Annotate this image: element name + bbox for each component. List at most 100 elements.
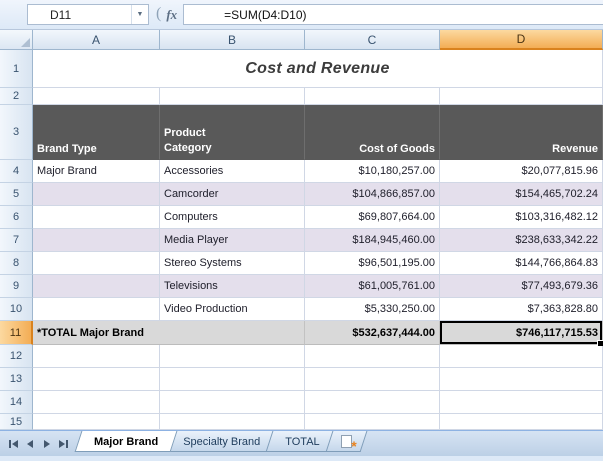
cell-C8[interactable]: $96,501,195.00	[305, 252, 440, 275]
row-5: 5 Camcorder $104,866,857.00 $154,465,702…	[0, 183, 603, 206]
row-header-7[interactable]: 7	[0, 229, 33, 252]
cell-A12[interactable]	[33, 345, 160, 368]
cell-A7[interactable]	[33, 229, 160, 252]
cell-B3[interactable]: Product Category	[160, 105, 305, 160]
row-header-12[interactable]: 12	[0, 345, 33, 368]
cell-D13[interactable]	[440, 368, 603, 391]
cell-C9[interactable]: $61,005,761.00	[305, 275, 440, 298]
row-header-13[interactable]: 13	[0, 368, 33, 391]
cell-A14[interactable]	[33, 391, 160, 414]
cell-D11-active[interactable]: $746,117,715.53	[440, 321, 603, 345]
cell-C13[interactable]	[305, 368, 440, 391]
cell-B14[interactable]	[160, 391, 305, 414]
sheet-tab-specialty-brand[interactable]: Specialty Brand	[167, 431, 276, 452]
column-header-b[interactable]: B	[160, 30, 305, 50]
row-header-2[interactable]: 2	[0, 88, 33, 105]
last-sheet-button[interactable]	[55, 435, 72, 453]
cell-C4[interactable]: $10,180,257.00	[305, 160, 440, 183]
row-header-11[interactable]: 11	[0, 321, 33, 345]
cell-C11[interactable]: $532,637,444.00	[305, 321, 440, 345]
cell-D6[interactable]: $103,316,482.12	[440, 206, 603, 229]
row-header-4[interactable]: 4	[0, 160, 33, 183]
cell-D12[interactable]	[440, 345, 603, 368]
cell-D10[interactable]: $7,363,828.80	[440, 298, 603, 321]
cell-C10[interactable]: $5,330,250.00	[305, 298, 440, 321]
cell-C14[interactable]	[305, 391, 440, 414]
cell-C15[interactable]	[305, 414, 440, 430]
cell-A5[interactable]	[33, 183, 160, 206]
name-box-value: D11	[28, 5, 131, 24]
row-header-5[interactable]: 5	[0, 183, 33, 206]
row-header-9[interactable]: 9	[0, 275, 33, 298]
cell-C3[interactable]: Cost of Goods	[305, 105, 440, 160]
cell-D2[interactable]	[440, 88, 603, 105]
cell-D9[interactable]: $77,493,679.36	[440, 275, 603, 298]
insert-function-button[interactable]: fx	[164, 7, 183, 23]
sheet-tab-label: TOTAL	[285, 436, 319, 448]
sheet-tab-label: Major Brand	[94, 436, 158, 448]
cell-B13[interactable]	[160, 368, 305, 391]
cell-A6[interactable]	[33, 206, 160, 229]
row-header-6[interactable]: 6	[0, 206, 33, 229]
cell-C2[interactable]	[305, 88, 440, 105]
name-box-dropdown-icon[interactable]: ▼	[131, 5, 148, 24]
cell-C7[interactable]: $184,945,460.00	[305, 229, 440, 252]
cell-C5[interactable]: $104,866,857.00	[305, 183, 440, 206]
cell-A10[interactable]	[33, 298, 160, 321]
cell-C12[interactable]	[305, 345, 440, 368]
cell-D7[interactable]: $238,633,342.22	[440, 229, 603, 252]
row-14: 14	[0, 391, 603, 414]
column-header-c[interactable]: C	[305, 30, 440, 50]
formula-bar-divider: (	[156, 5, 161, 23]
column-header-d[interactable]: D	[440, 30, 603, 50]
cell-A3[interactable]: Brand Type	[33, 105, 160, 160]
cell-A2[interactable]	[33, 88, 160, 105]
prev-sheet-button[interactable]	[21, 435, 38, 453]
cell-A15[interactable]	[33, 414, 160, 430]
column-header-row: A B C D	[0, 30, 603, 50]
first-sheet-button[interactable]	[4, 435, 21, 453]
cell-B2[interactable]	[160, 88, 305, 105]
row-11: 11 *TOTAL Major Brand $532,637,444.00 $7…	[0, 321, 603, 345]
cell-A13[interactable]	[33, 368, 160, 391]
corner-triangle-icon	[21, 38, 30, 47]
cell-B5[interactable]: Camcorder	[160, 183, 305, 206]
formula-input[interactable]: =SUM(D4:D10)	[183, 4, 603, 25]
cell-B4[interactable]: Accessories	[160, 160, 305, 183]
cell-C6[interactable]: $69,807,664.00	[305, 206, 440, 229]
cell-A11-total-label[interactable]: *TOTAL Major Brand	[33, 321, 305, 345]
row-13: 13	[0, 368, 603, 391]
sheet-tab-bar: Major Brand Specialty Brand TOTAL *	[0, 430, 603, 456]
row-header-1[interactable]: 1	[0, 50, 33, 88]
cell-B10[interactable]: Video Production	[160, 298, 305, 321]
cell-B12[interactable]	[160, 345, 305, 368]
cell-A8[interactable]	[33, 252, 160, 275]
row-header-15[interactable]: 15	[0, 414, 33, 430]
cell-B7[interactable]: Media Player	[160, 229, 305, 252]
cell-B6[interactable]: Computers	[160, 206, 305, 229]
cell-B8[interactable]: Stereo Systems	[160, 252, 305, 275]
next-sheet-button[interactable]	[38, 435, 55, 453]
cell-B15[interactable]	[160, 414, 305, 430]
row-12: 12	[0, 345, 603, 368]
cell-D5[interactable]: $154,465,702.24	[440, 183, 603, 206]
cell-title[interactable]: Cost and Revenue	[33, 50, 603, 88]
tab-navigation	[4, 431, 72, 456]
cell-A4[interactable]: Major Brand	[33, 160, 160, 183]
cell-D15[interactable]	[440, 414, 603, 430]
name-box[interactable]: D11 ▼	[27, 4, 149, 25]
cell-B9[interactable]: Televisions	[160, 275, 305, 298]
insert-worksheet-button[interactable]: *	[329, 431, 364, 452]
row-header-10[interactable]: 10	[0, 298, 33, 321]
cell-D4[interactable]: $20,077,815.96	[440, 160, 603, 183]
cell-A9[interactable]	[33, 275, 160, 298]
row-header-14[interactable]: 14	[0, 391, 33, 414]
select-all-corner[interactable]	[0, 30, 33, 50]
sheet-tab-major-brand[interactable]: Major Brand	[78, 431, 174, 452]
column-header-a[interactable]: A	[33, 30, 160, 50]
cell-D8[interactable]: $144,766,864.83	[440, 252, 603, 275]
cell-D3[interactable]: Revenue	[440, 105, 603, 160]
row-header-3[interactable]: 3	[0, 105, 33, 160]
row-header-8[interactable]: 8	[0, 252, 33, 275]
cell-D14[interactable]	[440, 391, 603, 414]
